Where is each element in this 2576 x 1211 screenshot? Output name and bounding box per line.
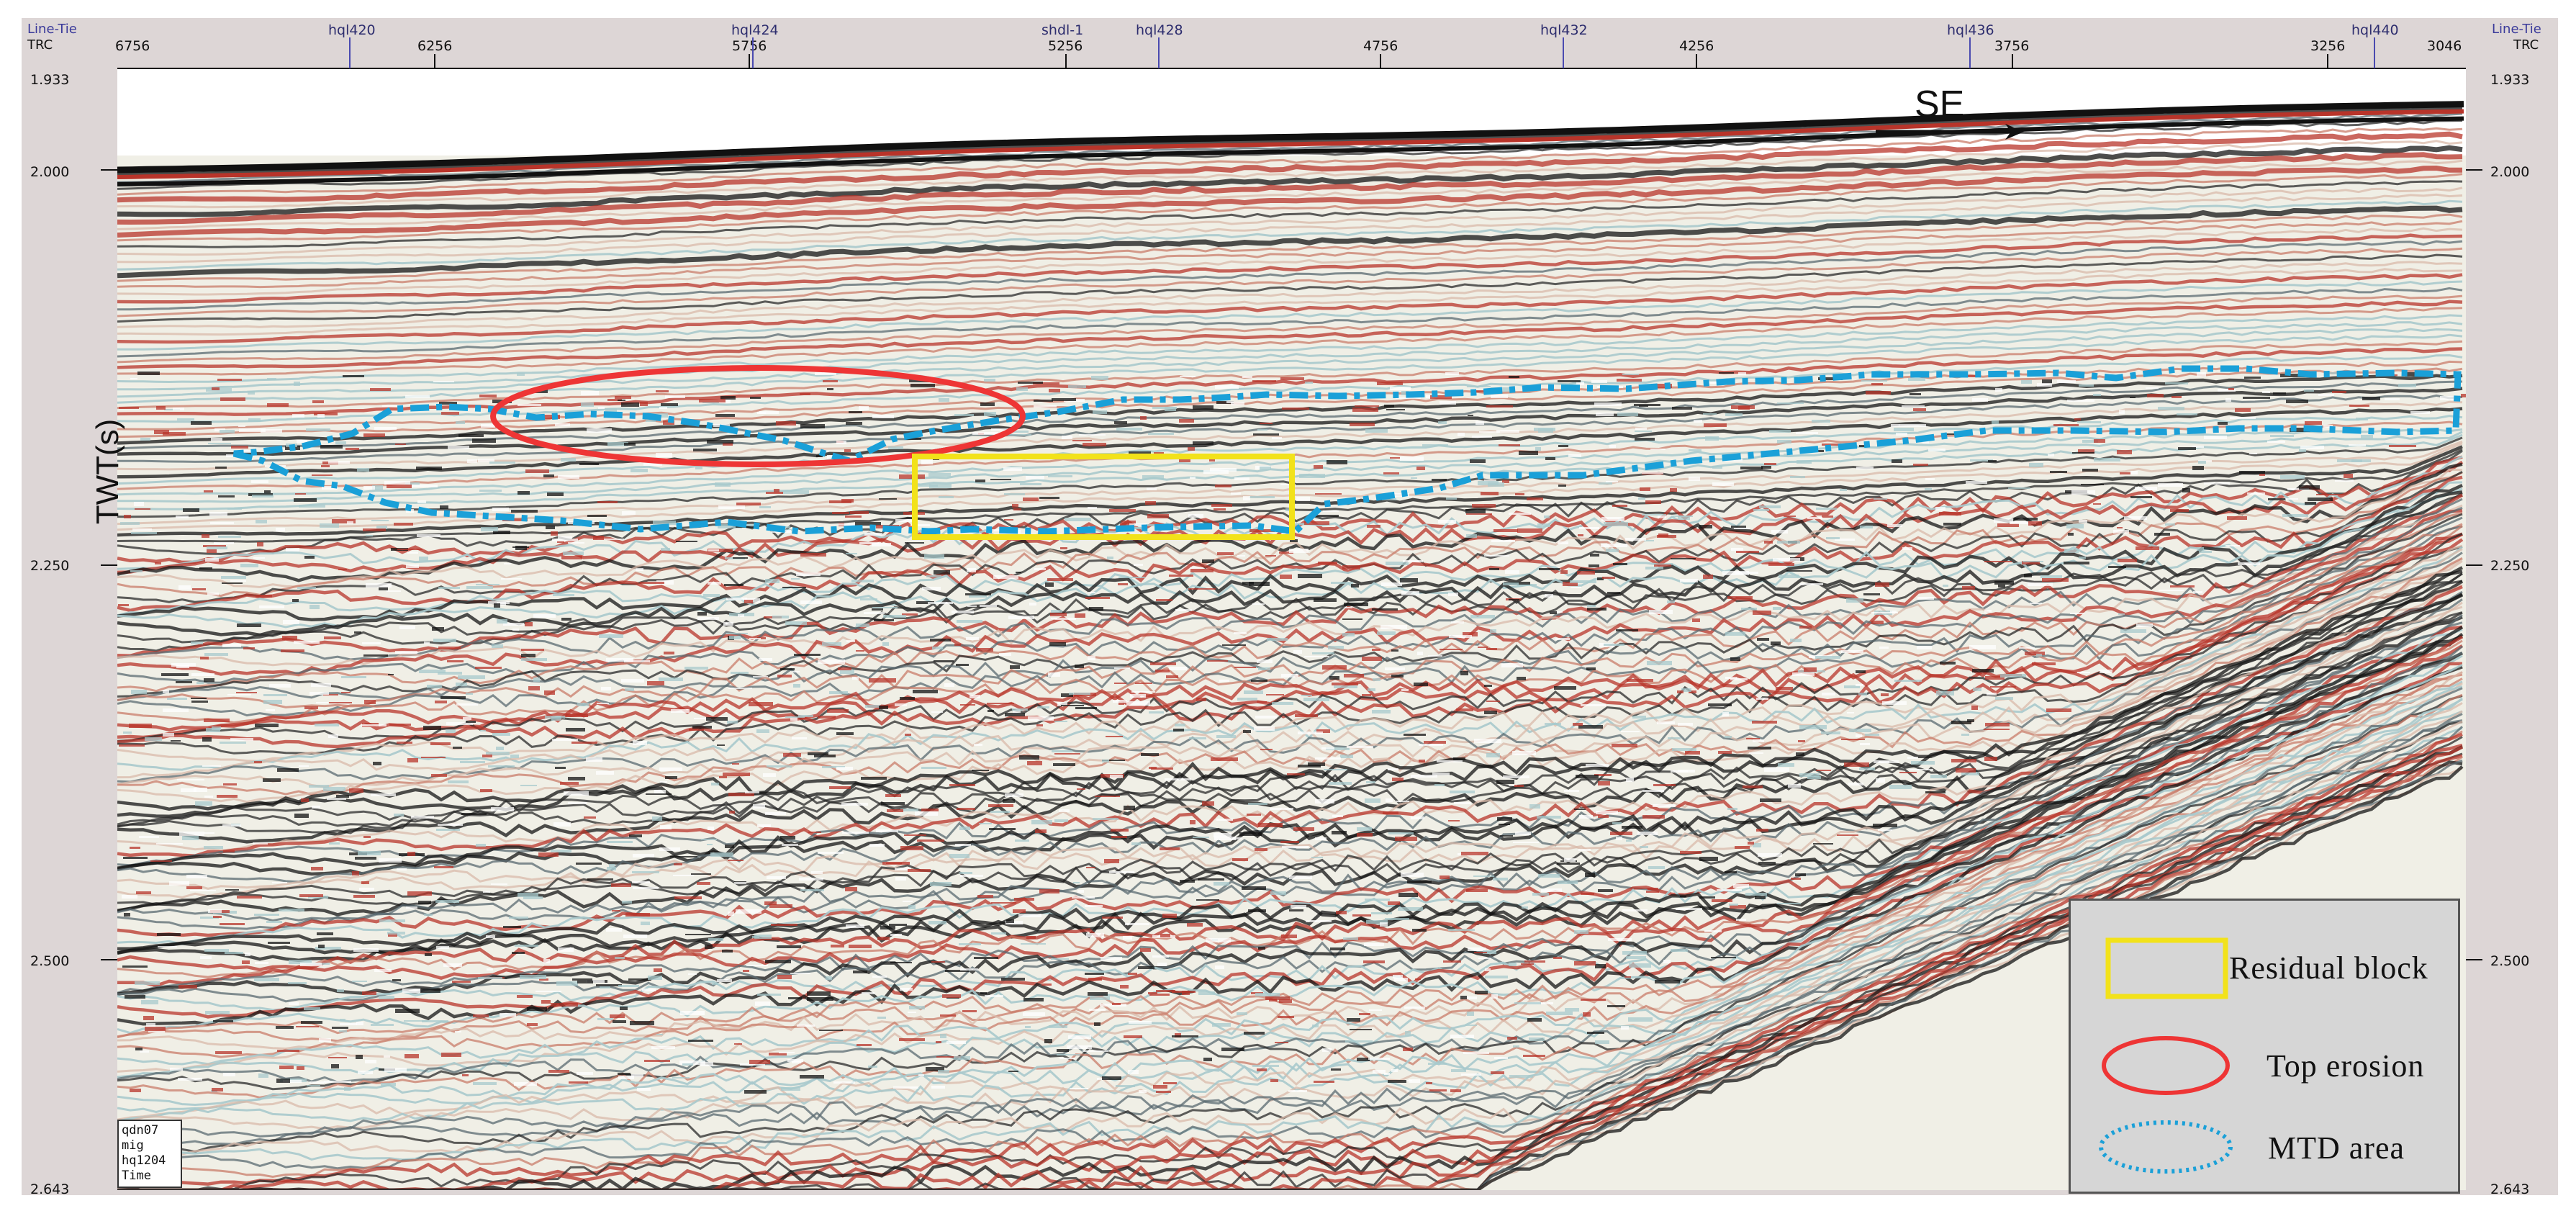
info-line: qdn07 [122,1123,159,1138]
top-erosion-swatch [2102,1036,2230,1095]
info-line: Time [122,1169,151,1183]
legend-label-top-erosion: Top erosion [2267,1048,2425,1084]
residual-block-swatch [2105,937,2228,999]
survey-info-box: qdn07 mig hq1204 Time [117,1120,182,1188]
mtd-area-swatch [2099,1120,2233,1174]
legend-label-mtd-area: MTD area [2268,1130,2405,1166]
info-line: mig [122,1138,144,1153]
legend: Residual block Top erosion MTD area [2069,899,2460,1194]
info-line: hq1204 [122,1153,166,1168]
legend-label-residual-block: Residual block [2229,950,2428,986]
